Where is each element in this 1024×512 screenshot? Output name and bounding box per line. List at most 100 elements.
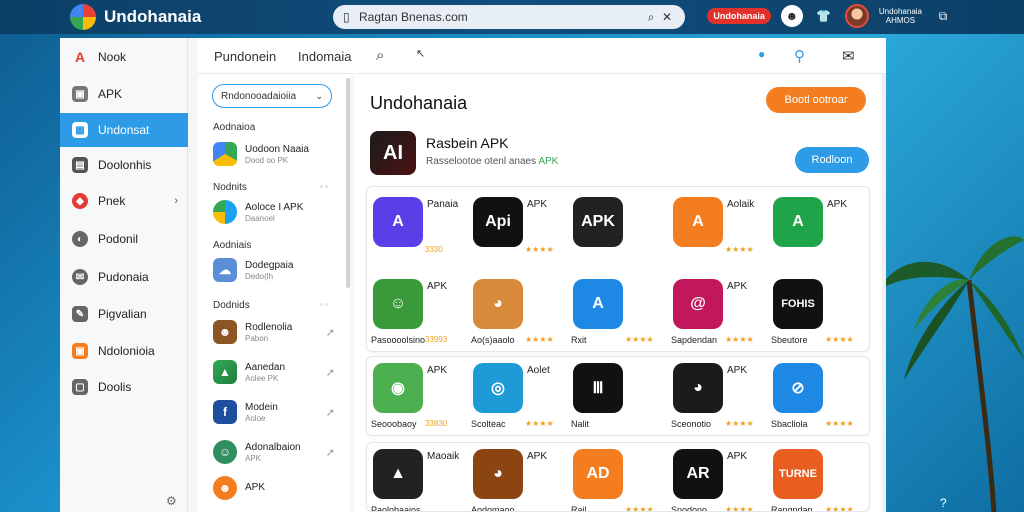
featured-app-icon[interactable]: AI: [370, 131, 416, 175]
select-value: Rndonooadaioiia: [221, 90, 297, 102]
app-tile[interactable]: ☺ APK Pasoooolsino 33993: [367, 273, 463, 349]
search-icon[interactable]: ⌕: [643, 10, 659, 25]
list-item[interactable]: Aoloce I APK Daanoel: [213, 196, 335, 228]
app-tile[interactable]: Api APK ★★★★: [467, 191, 563, 267]
sidebar-item-nook[interactable]: A Nook: [60, 40, 188, 74]
scrollbar[interactable]: [346, 78, 350, 288]
app-grid-card: ◉ APK Seooobaoy 33830 ◎ Aolet Scolteac ★★★★ Ⅲ Nal…: [366, 356, 870, 436]
external-icon[interactable]: ⧉: [932, 5, 954, 27]
section-label: Nodnits: [213, 182, 247, 193]
app-icon: A: [373, 197, 423, 247]
app-label: APK: [527, 199, 548, 210]
app-icon: A: [773, 197, 823, 247]
page-icon: ▯: [343, 10, 350, 24]
grid-icon: ▦: [72, 122, 88, 138]
shirt-icon[interactable]: 👕: [813, 5, 835, 27]
category-select[interactable]: Rndonooadaioiia ⌄: [212, 84, 332, 108]
list-item[interactable]: ☁ Dodegpaia Dedo(lh: [213, 254, 335, 286]
app-icon: ☁: [213, 258, 237, 282]
app-label: APK: [827, 199, 848, 210]
app-rating: ★★★★: [625, 335, 654, 344]
sidebar-item-label: Nook: [98, 50, 127, 64]
item-title: Modein: [245, 401, 278, 413]
app-rating: ★★★★: [825, 335, 854, 344]
profile-icon[interactable]: ☻: [780, 5, 803, 27]
sidebar-item-label: Undonsat: [98, 123, 150, 137]
app-tile[interactable]: A APK: [767, 191, 863, 267]
app-icon: A: [573, 279, 623, 329]
avatar[interactable]: [844, 4, 869, 28]
app-tile[interactable]: AD Rail ★★★★: [567, 443, 663, 512]
sidebar-item-label: Podonil: [98, 232, 139, 246]
app-tile[interactable]: ◉ APK Seooobaoy 33830: [367, 357, 463, 433]
sidebar-item-ndolonioia[interactable]: ▣ Ndolonioia: [60, 334, 188, 368]
sidebar-item-doolis[interactable]: ▢ Doolis: [60, 370, 188, 404]
arrow-icon: ➚: [325, 406, 335, 419]
app-tile[interactable]: Ⅲ Nalit: [567, 357, 663, 433]
app-label: APK: [727, 451, 748, 462]
app-tile[interactable]: ◕ Ao(s)aaolo ★★★★: [467, 273, 563, 349]
list-item[interactable]: ▲ Aanedan Aolee PK ➚: [213, 356, 335, 388]
sidebar-item-podonil[interactable]: ◐ Podonil: [60, 222, 188, 256]
search-icon[interactable]: ⌕: [376, 47, 384, 64]
featured-title: Rasbein APK: [426, 135, 509, 151]
app-tile[interactable]: AR APK Snodono ★★★★: [667, 443, 763, 511]
arrow-icon: ➚: [325, 366, 335, 379]
featured-action-button[interactable]: Rodloon: [795, 147, 869, 173]
list-item[interactable]: f Modein Aoloe ➚: [213, 396, 335, 428]
app-name: Sceonotio: [671, 419, 712, 429]
item-sub: Aolee PK: [245, 373, 279, 383]
user-icon[interactable]: ⚲: [794, 47, 805, 65]
app-label: Maoaik: [427, 451, 460, 462]
app-label: Aolaik: [727, 199, 755, 210]
list-item[interactable]: ☻ APK: [213, 472, 335, 504]
list-item[interactable]: Uodoon Naaia Dood oo PK: [213, 138, 335, 170]
address-bar[interactable]: ▯ Ragtan Bnenas.com ⌕ ✕: [333, 5, 685, 29]
app-tile[interactable]: FOHIS Sbeutore ★★★★: [767, 273, 863, 349]
main-content: Undohanaia Bootl ootroar AI Rasbein APK …: [354, 74, 886, 512]
title-bar: Undohanaia ▯ Ragtan Bnenas.com ⌕ ✕ Undoh…: [0, 0, 1024, 34]
app-tile[interactable]: ⊘ Sbacliola ★★★★: [767, 357, 863, 433]
sidebar-item-undonsat[interactable]: ▦ Undonsat: [60, 113, 188, 147]
status-badge[interactable]: Undohanaia: [707, 8, 771, 24]
app-tile[interactable]: A Rxit ★★★★: [567, 273, 663, 349]
app-tile[interactable]: ◕ APK Aodomaoo: [467, 443, 563, 511]
list-item[interactable]: ☻ Rodlenolia Pabon ➚: [213, 316, 335, 348]
sidebar-item-pnek[interactable]: ◆ Pnek ›: [60, 184, 188, 218]
section-count: ◦ ◦: [320, 300, 328, 309]
app-label: APK: [427, 281, 448, 292]
featured-sub-highlight: APK: [538, 156, 559, 167]
notification-icon[interactable]: ✉: [842, 47, 855, 65]
tab-pundonein[interactable]: Pundonein: [214, 49, 276, 64]
sidebar-item-doolonhis[interactable]: ▤ Doolonhis: [60, 148, 188, 182]
app-tile[interactable]: ◕ APK Sceonotio ★★★★: [667, 357, 763, 433]
app-icon: ☺: [373, 279, 423, 329]
app-icon: @: [673, 279, 723, 329]
close-icon[interactable]: ✕: [659, 10, 675, 24]
help-icon[interactable]: ?: [940, 496, 947, 510]
info-icon[interactable]: ●: [758, 47, 765, 61]
app-tile[interactable]: TURNE Rangndan ★★★★: [767, 443, 863, 511]
app-icon: [213, 142, 237, 166]
sidebar-item-apk[interactable]: ▣ APK: [60, 77, 188, 111]
sidebar-item-pudonaia[interactable]: ✉ Pudonaia: [60, 260, 188, 294]
primary-action-button[interactable]: Bootl ootroar: [766, 87, 866, 113]
app-tile[interactable]: @ APK Sapdendan ★★★★: [667, 273, 763, 349]
app-tile[interactable]: APK: [567, 191, 663, 267]
sidebar-item-pigvalian[interactable]: ✎ Pigvalian: [60, 297, 188, 331]
tab-indomaia[interactable]: Indomaia: [298, 49, 351, 64]
sidebar-item-label: Pnek: [98, 194, 126, 208]
shield-icon: ◆: [72, 193, 88, 209]
app-name: Rail: [571, 505, 587, 512]
settings-icon[interactable]: ⚙: [166, 494, 177, 508]
app-tile[interactable]: ◎ Aolet Scolteac ★★★★: [467, 357, 563, 433]
item-sub: Aoloe: [245, 413, 266, 423]
section-count: ◦ ◦: [320, 182, 328, 191]
scrollbar[interactable]: [882, 74, 886, 512]
list-item[interactable]: ☺ Adonalbaion APK ➚: [213, 436, 335, 468]
app-tile[interactable]: A Aolaik ★★★★: [667, 191, 763, 267]
app-name: Ao(s)aaolo: [471, 335, 515, 345]
app-tile[interactable]: ▲ Maoaik Paolnbaaios: [367, 443, 463, 511]
app-icon: f: [213, 400, 237, 424]
app-tile[interactable]: A Panaia 3330: [367, 191, 463, 267]
